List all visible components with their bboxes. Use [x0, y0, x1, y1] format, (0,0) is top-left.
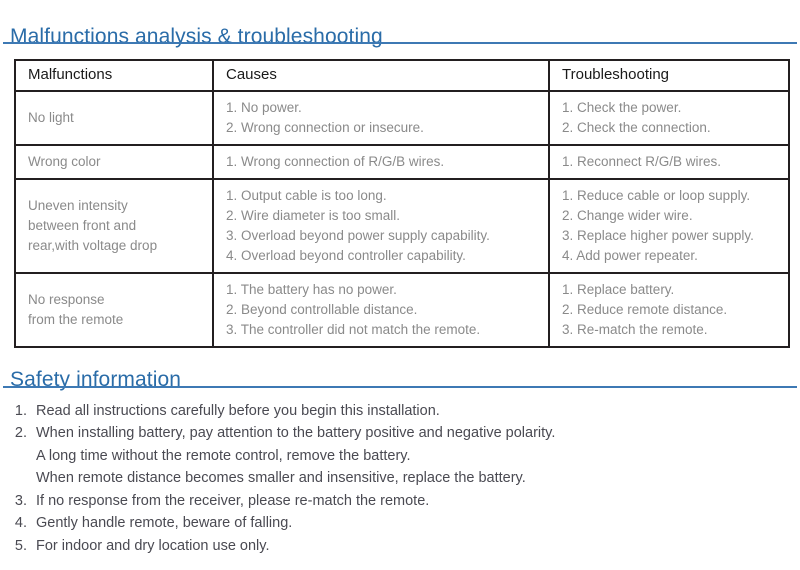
text-line: 3. Replace higher power supply. — [562, 227, 754, 243]
list-item-body: If no response from the receiver, please… — [36, 490, 786, 512]
list-item: 2. When installing battery, pay attentio… — [6, 422, 786, 489]
text-line: Wrong color — [28, 153, 101, 169]
text-line: 2. Reduce remote distance. — [562, 301, 728, 317]
list-item: 4. Gently handle remote, beware of falli… — [6, 512, 786, 534]
list-item-number: 3. — [14, 492, 27, 509]
table-header-causes: Causes — [213, 61, 550, 92]
document-page: Malfunctions analysis & troubleshooting … — [0, 0, 800, 570]
cell-causes: 1. No power. 2. Wrong connection or inse… — [213, 91, 550, 146]
text-line: 1. No power. — [226, 100, 302, 115]
text-line: 1. Replace battery. — [562, 281, 675, 297]
cell-troubleshooting: 1. Replace battery. 2. Reduce remote dis… — [549, 273, 788, 346]
table-row: Uneven intensity between front and rear,… — [16, 178, 788, 274]
cell-malfunction: No light — [16, 91, 214, 146]
causes-lines: 1. No power. 2. Wrong connection or inse… — [226, 98, 548, 138]
causes-lines: 1. The battery has no power. 2. Beyond c… — [226, 280, 548, 340]
cell-troubleshooting: 1. Check the power. 2. Check the connect… — [549, 91, 788, 146]
troubleshooting-lines: 1. Reduce cable or loop supply. 2. Chang… — [562, 186, 788, 266]
text-line: When remote distance becomes smaller and… — [36, 470, 526, 487]
list-item-body: When installing battery, pay attention t… — [36, 422, 786, 489]
table-header-malfunctions: Malfunctions — [16, 61, 214, 92]
list-item-body: Read all instructions carefully before y… — [36, 400, 786, 422]
troubleshooting-lines: 1. Reconnect R/G/B wires. — [562, 152, 788, 172]
text-line: 4. Overload beyond controller capability… — [226, 247, 466, 263]
text-line: Uneven intensity — [28, 197, 128, 213]
text-line: 2. Change wider wire. — [562, 207, 693, 223]
safety-information-list: 1. Read all instructions carefully befor… — [6, 400, 786, 557]
table-row: No light 1. No power. 2. Wrong connectio… — [16, 91, 788, 146]
text-line: from the remote — [28, 311, 124, 327]
section-divider-malfunctions — [3, 42, 797, 44]
list-item: 5. For indoor and dry location use only. — [6, 535, 786, 557]
cell-causes: 1. Output cable is too long. 2. Wire dia… — [213, 178, 550, 274]
cell-causes: 1. The battery has no power. 2. Beyond c… — [213, 272, 550, 346]
text-line: 1. The battery has no power. — [226, 281, 397, 297]
cell-troubleshooting: 1. Reconnect R/G/B wires. — [549, 144, 788, 180]
text-line: When installing battery, pay attention t… — [36, 425, 556, 442]
malfunction-lines: No light — [28, 108, 212, 128]
table-row: No response from the remote 1. The batte… — [16, 272, 788, 346]
troubleshooting-lines: 1. Check the power. 2. Check the connect… — [562, 98, 788, 138]
cell-malfunction: Wrong color — [16, 144, 214, 180]
list-item-number: 5. — [14, 537, 27, 554]
list-item-number: 2. — [14, 425, 27, 442]
text-line: 4. Add power repeater. — [562, 247, 698, 263]
malfunctions-table: Malfunctions Causes Troubleshooting No l… — [16, 61, 788, 346]
text-line: 2. Check the connection. — [562, 119, 711, 135]
list-item-number: 4. — [14, 515, 27, 532]
text-line: 1. Check the power. — [562, 100, 682, 115]
list-item-body: For indoor and dry location use only. — [36, 535, 786, 557]
causes-lines: 1. Wrong connection of R/G/B wires. — [226, 152, 548, 172]
text-line: 1. Reduce cable or loop supply. — [562, 187, 751, 203]
causes-lines: 1. Output cable is too long. 2. Wire dia… — [226, 186, 548, 266]
text-line: If no response from the receiver, please… — [36, 492, 430, 509]
malfunction-lines: Uneven intensity between front and rear,… — [28, 196, 212, 256]
text-line: 1. Output cable is too long. — [226, 187, 387, 203]
malfunction-lines: Wrong color — [28, 152, 212, 172]
text-line: 3. Re-match the remote. — [562, 321, 708, 337]
text-line: Read all instructions carefully before y… — [36, 403, 440, 419]
list-item: 1. Read all instructions carefully befor… — [6, 400, 786, 422]
text-line: 1. Reconnect R/G/B wires. — [562, 153, 722, 169]
table-header-row: Malfunctions Causes Troubleshooting — [16, 61, 788, 92]
section-divider-safety — [3, 386, 797, 388]
text-line: For indoor and dry location use only. — [36, 537, 270, 554]
text-line: No response — [28, 291, 105, 307]
text-line: 2. Wire diameter is too small. — [226, 207, 401, 223]
text-line: Gently handle remote, beware of falling. — [36, 515, 293, 532]
malfunctions-table-container: Malfunctions Causes Troubleshooting No l… — [14, 59, 790, 348]
cell-malfunction: Uneven intensity between front and rear,… — [16, 178, 214, 274]
cell-malfunction: No response from the remote — [16, 272, 214, 346]
table-row: Wrong color 1. Wrong connection of R/G/B… — [16, 144, 788, 180]
text-line: 3. Overload beyond power supply capabili… — [226, 227, 490, 243]
text-line: A long time without the remote control, … — [36, 447, 411, 464]
text-line: No light — [28, 109, 74, 125]
cell-troubleshooting: 1. Reduce cable or loop supply. 2. Chang… — [549, 178, 788, 274]
table-header-troubleshooting: Troubleshooting — [549, 61, 788, 92]
list-item: 3. If no response from the receiver, ple… — [6, 490, 786, 512]
text-line: 1. Wrong connection of R/G/B wires. — [226, 153, 445, 169]
text-line: rear,with voltage drop — [28, 237, 158, 253]
troubleshooting-lines: 1. Replace battery. 2. Reduce remote dis… — [562, 280, 788, 340]
text-line: 2. Wrong connection or insecure. — [226, 119, 424, 135]
text-line: 2. Beyond controllable distance. — [226, 301, 418, 317]
list-item-number: 1. — [14, 403, 27, 419]
text-line: 3. The controller did not match the remo… — [226, 321, 481, 337]
malfunction-lines: No response from the remote — [28, 290, 212, 330]
text-line: between front and — [28, 217, 137, 233]
cell-causes: 1. Wrong connection of R/G/B wires. — [213, 144, 550, 180]
list-item-body: Gently handle remote, beware of falling. — [36, 512, 786, 534]
